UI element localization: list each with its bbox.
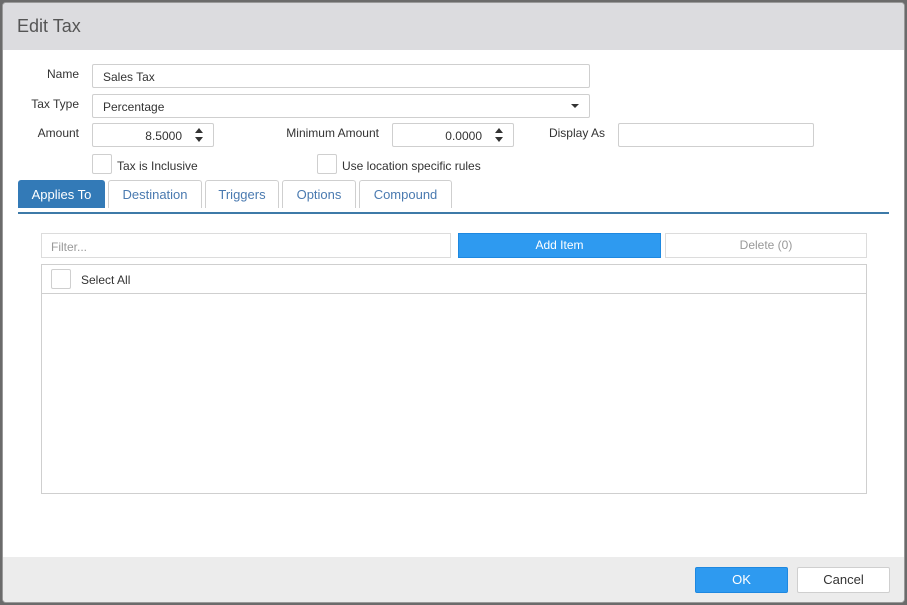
add-item-button[interactable]: Add Item: [458, 233, 661, 258]
amount-spinner[interactable]: [195, 127, 203, 143]
tax-type-label: Tax Type: [31, 97, 79, 111]
grid-header: Select All: [42, 265, 866, 294]
spin-down-icon[interactable]: [495, 137, 503, 142]
tax-type-select[interactable]: Percentage: [92, 94, 590, 118]
ok-button[interactable]: OK: [695, 567, 788, 593]
display-as-label: Display As: [548, 126, 605, 140]
minimum-amount-value: 0.0000: [445, 129, 482, 143]
spin-up-icon[interactable]: [195, 128, 203, 133]
tab-triggers[interactable]: Triggers: [205, 180, 279, 208]
amount-value: 8.5000: [145, 129, 182, 143]
tab-divider: [18, 212, 889, 214]
dialog-titlebar: Edit Tax: [3, 3, 904, 50]
chevron-down-icon[interactable]: [571, 104, 579, 108]
dialog-title: Edit Tax: [17, 16, 81, 36]
dialog-footer: OK Cancel: [3, 557, 904, 602]
minimum-amount-stepper[interactable]: 0.0000: [392, 123, 514, 147]
tax-inclusive-label: Tax is Inclusive: [117, 159, 198, 173]
name-label: Name: [46, 67, 79, 81]
location-rules-checkbox[interactable]: [317, 154, 337, 174]
tax-type-value: Percentage: [103, 100, 165, 114]
edit-tax-dialog: Edit Tax Name Sales Tax Tax Type Percent…: [2, 2, 905, 603]
spin-down-icon[interactable]: [195, 137, 203, 142]
select-all-label: Select All: [81, 273, 131, 287]
tab-options[interactable]: Options: [282, 180, 356, 208]
items-grid: Select All: [41, 264, 867, 494]
spin-up-icon[interactable]: [495, 128, 503, 133]
amount-label: Amount: [37, 126, 79, 140]
tab-compound[interactable]: Compound: [359, 180, 452, 208]
minimum-amount-label: Minimum Amount: [286, 126, 379, 140]
name-input[interactable]: Sales Tax: [92, 64, 590, 88]
display-as-input[interactable]: [618, 123, 814, 147]
select-all-checkbox[interactable]: [51, 269, 71, 289]
cancel-button[interactable]: Cancel: [797, 567, 890, 593]
filter-input[interactable]: Filter...: [41, 233, 451, 258]
amount-stepper[interactable]: 8.5000: [92, 123, 214, 147]
minimum-amount-spinner[interactable]: [495, 127, 503, 143]
location-rules-label: Use location specific rules: [342, 159, 481, 173]
tax-inclusive-checkbox[interactable]: [92, 154, 112, 174]
tab-destination[interactable]: Destination: [108, 180, 202, 208]
delete-button[interactable]: Delete (0): [665, 233, 867, 258]
tab-applies-to[interactable]: Applies To: [18, 180, 105, 208]
